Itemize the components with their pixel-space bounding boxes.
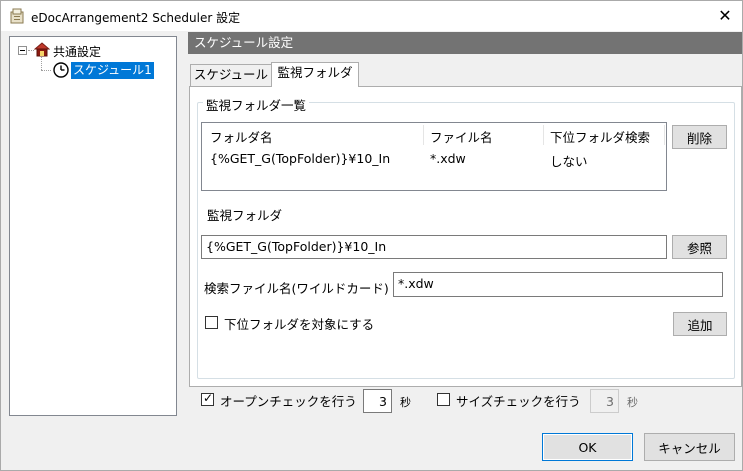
settings-dialog: eDocArrangement2 Scheduler 設定 ✕ 共通設定 スケジ… (0, 0, 743, 471)
column-header-file[interactable]: ファイル名 (430, 127, 493, 146)
table-row-subfolder[interactable]: しない (550, 151, 588, 170)
watch-folder-label: 監視フォルダ (207, 208, 283, 223)
home-icon (33, 42, 51, 60)
size-check-seconds-input: 3 (590, 389, 619, 413)
collapse-icon[interactable] (18, 46, 27, 55)
column-header-subfolder[interactable]: 下位フォルダ検索 (550, 127, 650, 146)
tree-item-schedule-1[interactable]: スケジュール1 (71, 62, 154, 79)
column-separator (423, 125, 424, 145)
table-row-folder[interactable]: {%GET_G(TopFolder)}¥10_In (210, 151, 390, 166)
column-separator (664, 125, 665, 145)
open-check-seconds-input[interactable]: 3 (363, 389, 392, 413)
size-check-checkbox[interactable] (437, 393, 450, 406)
close-icon[interactable]: ✕ (709, 5, 741, 27)
cancel-button[interactable]: キャンセル (644, 433, 735, 461)
watch-folder-list-title: 監視フォルダ一覧 (203, 95, 310, 114)
window-title: eDocArrangement2 Scheduler 設定 (31, 11, 241, 25)
size-check-unit: 秒 (627, 396, 638, 409)
browse-button[interactable]: 参照 (672, 235, 727, 259)
open-check-label[interactable]: オープンチェックを行う (220, 391, 357, 410)
table-row-file[interactable]: *.xdw (430, 151, 466, 166)
ok-button[interactable]: OK (542, 433, 633, 461)
delete-button[interactable]: 削除 (672, 125, 727, 149)
tab-watch-folder[interactable]: 監視フォルダ (271, 62, 359, 87)
settings-tree: 共通設定 スケジュール1 (9, 36, 177, 416)
size-check-label[interactable]: サイズチェックを行う (456, 391, 581, 410)
app-icon (10, 8, 24, 24)
subfolder-checkbox[interactable] (205, 316, 218, 329)
watch-folder-list[interactable]: フォルダ名 ファイル名 下位フォルダ検索 {%GET_G(TopFolder)}… (201, 122, 667, 191)
search-file-label: 検索ファイル名(ワイルドカード) (204, 281, 389, 296)
title-bar: eDocArrangement2 Scheduler 設定 ✕ (1, 1, 742, 31)
column-header-folder[interactable]: フォルダ名 (210, 127, 273, 146)
open-check-unit: 秒 (400, 396, 411, 409)
tab-schedule[interactable]: スケジュール (190, 64, 272, 86)
search-file-input[interactable]: *.xdw (393, 272, 723, 297)
tree-item-common-settings[interactable]: 共通設定 (53, 43, 101, 60)
add-button[interactable]: 追加 (673, 312, 727, 336)
open-check-checkbox[interactable] (201, 391, 214, 406)
clock-icon (53, 62, 69, 81)
tree-line (41, 70, 51, 71)
subfolder-label[interactable]: 下位フォルダを対象にする (224, 314, 374, 333)
column-separator (543, 125, 544, 145)
watch-folder-input[interactable]: {%GET_G(TopFolder)}¥10_In (201, 235, 667, 259)
section-header: スケジュール設定 (188, 32, 742, 54)
